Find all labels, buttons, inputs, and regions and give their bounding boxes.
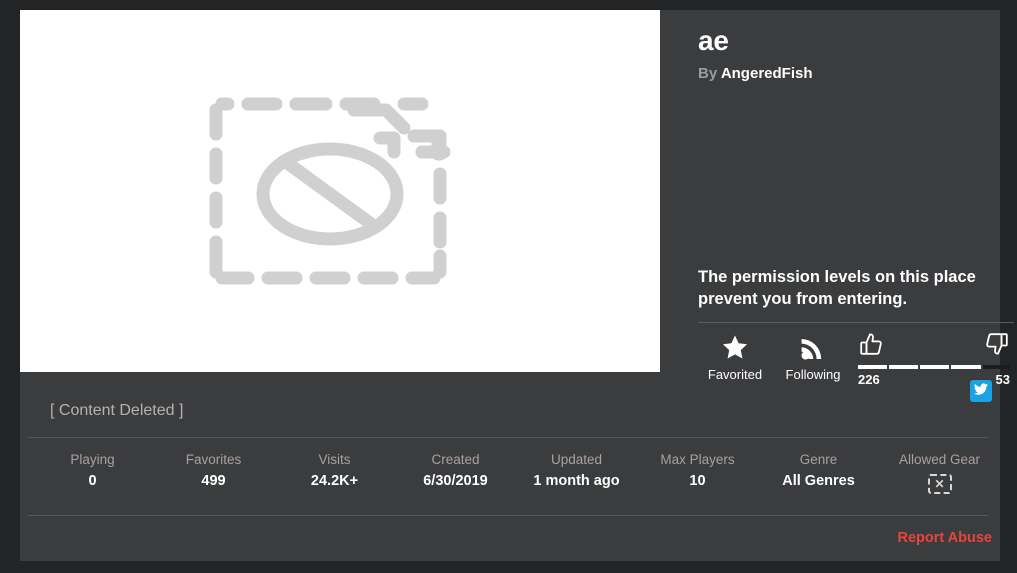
twitter-share-button[interactable] bbox=[970, 380, 992, 402]
downvote-count: 53 bbox=[995, 372, 1010, 387]
broken-image-icon: ✕ bbox=[927, 474, 952, 494]
upvote-count: 226 bbox=[858, 372, 880, 387]
game-description: [ Content Deleted ] bbox=[50, 402, 184, 419]
game-detail-page: ae By AngeredFish The permission levels … bbox=[0, 0, 1017, 573]
favorite-button[interactable]: Favorited bbox=[696, 332, 774, 383]
twitter-icon bbox=[974, 382, 988, 400]
stat-value: 1 month ago bbox=[533, 473, 620, 489]
follow-label: Following bbox=[785, 367, 841, 382]
stat-value: 0 bbox=[88, 473, 97, 489]
report-abuse-link[interactable]: Report Abuse bbox=[897, 528, 992, 548]
action-row: Favorited Following 226 53 bbox=[696, 332, 1016, 388]
stat-visits: Visits 24.2K+ bbox=[274, 451, 395, 494]
stat-favorites: Favorites 499 bbox=[153, 451, 274, 494]
vote-icons bbox=[852, 332, 1016, 362]
star-icon bbox=[696, 332, 774, 362]
vote-bar-up-segment bbox=[889, 365, 919, 369]
permission-message: The permission levels on this place prev… bbox=[698, 268, 976, 308]
game-thumbnail[interactable] bbox=[20, 10, 660, 372]
stat-value: All Genres bbox=[782, 473, 855, 489]
stat-label: Visits bbox=[318, 452, 351, 467]
follow-button[interactable]: Following bbox=[774, 332, 852, 383]
vote-bar-up-segment bbox=[858, 365, 888, 369]
rss-following-icon bbox=[774, 332, 852, 362]
stat-label: Created bbox=[431, 452, 480, 467]
vote-ratio-bar bbox=[858, 365, 1010, 369]
page-title: ae bbox=[698, 25, 729, 56]
thumbs-up-icon[interactable] bbox=[860, 332, 884, 362]
stat-label: Genre bbox=[799, 452, 838, 467]
stat-max-players: Max Players 10 bbox=[637, 451, 758, 494]
favorite-label: Favorited bbox=[707, 367, 763, 382]
stat-label: Favorites bbox=[185, 452, 242, 467]
vote-bar-down-segment bbox=[982, 365, 1010, 369]
creator-byline: By AngeredFish bbox=[698, 65, 980, 83]
stat-label: Max Players bbox=[660, 452, 735, 467]
stat-created: Created 6/30/2019 bbox=[395, 451, 516, 494]
vote-bar-up-segment bbox=[951, 365, 981, 369]
stat-label: Updated bbox=[550, 452, 603, 467]
stats-row: Playing 0 Favorites 499 Visits 24.2K+ Cr… bbox=[32, 451, 1000, 494]
stat-allowed-gear: Allowed Gear ✕ bbox=[879, 451, 1000, 494]
footer-divider bbox=[28, 515, 988, 516]
game-info-panel: ae By AngeredFish bbox=[678, 10, 1000, 382]
stat-label: Allowed Gear bbox=[898, 452, 981, 467]
by-label: By bbox=[698, 65, 718, 82]
stat-updated: Updated 1 month ago bbox=[516, 451, 637, 494]
stat-value: 10 bbox=[689, 473, 706, 489]
stat-value: 24.2K+ bbox=[310, 473, 359, 489]
stat-value: 499 bbox=[201, 473, 226, 489]
thumbs-down-icon[interactable] bbox=[984, 332, 1008, 362]
creator-link[interactable]: AngeredFish bbox=[721, 65, 813, 82]
stat-value: 6/30/2019 bbox=[423, 473, 488, 489]
stat-label: Playing bbox=[70, 452, 115, 467]
stats-divider-top bbox=[28, 437, 988, 438]
blocked-content-placeholder-icon bbox=[208, 96, 473, 286]
game-detail-card: ae By AngeredFish The permission levels … bbox=[20, 10, 1014, 561]
stat-genre: Genre All Genres bbox=[758, 451, 879, 494]
actions-divider bbox=[698, 322, 1014, 323]
stat-value: ✕ bbox=[879, 474, 1000, 494]
vote-bar-up-segment bbox=[920, 365, 950, 369]
stat-playing: Playing 0 bbox=[32, 451, 153, 494]
vote-widget: 226 53 bbox=[852, 332, 1016, 388]
